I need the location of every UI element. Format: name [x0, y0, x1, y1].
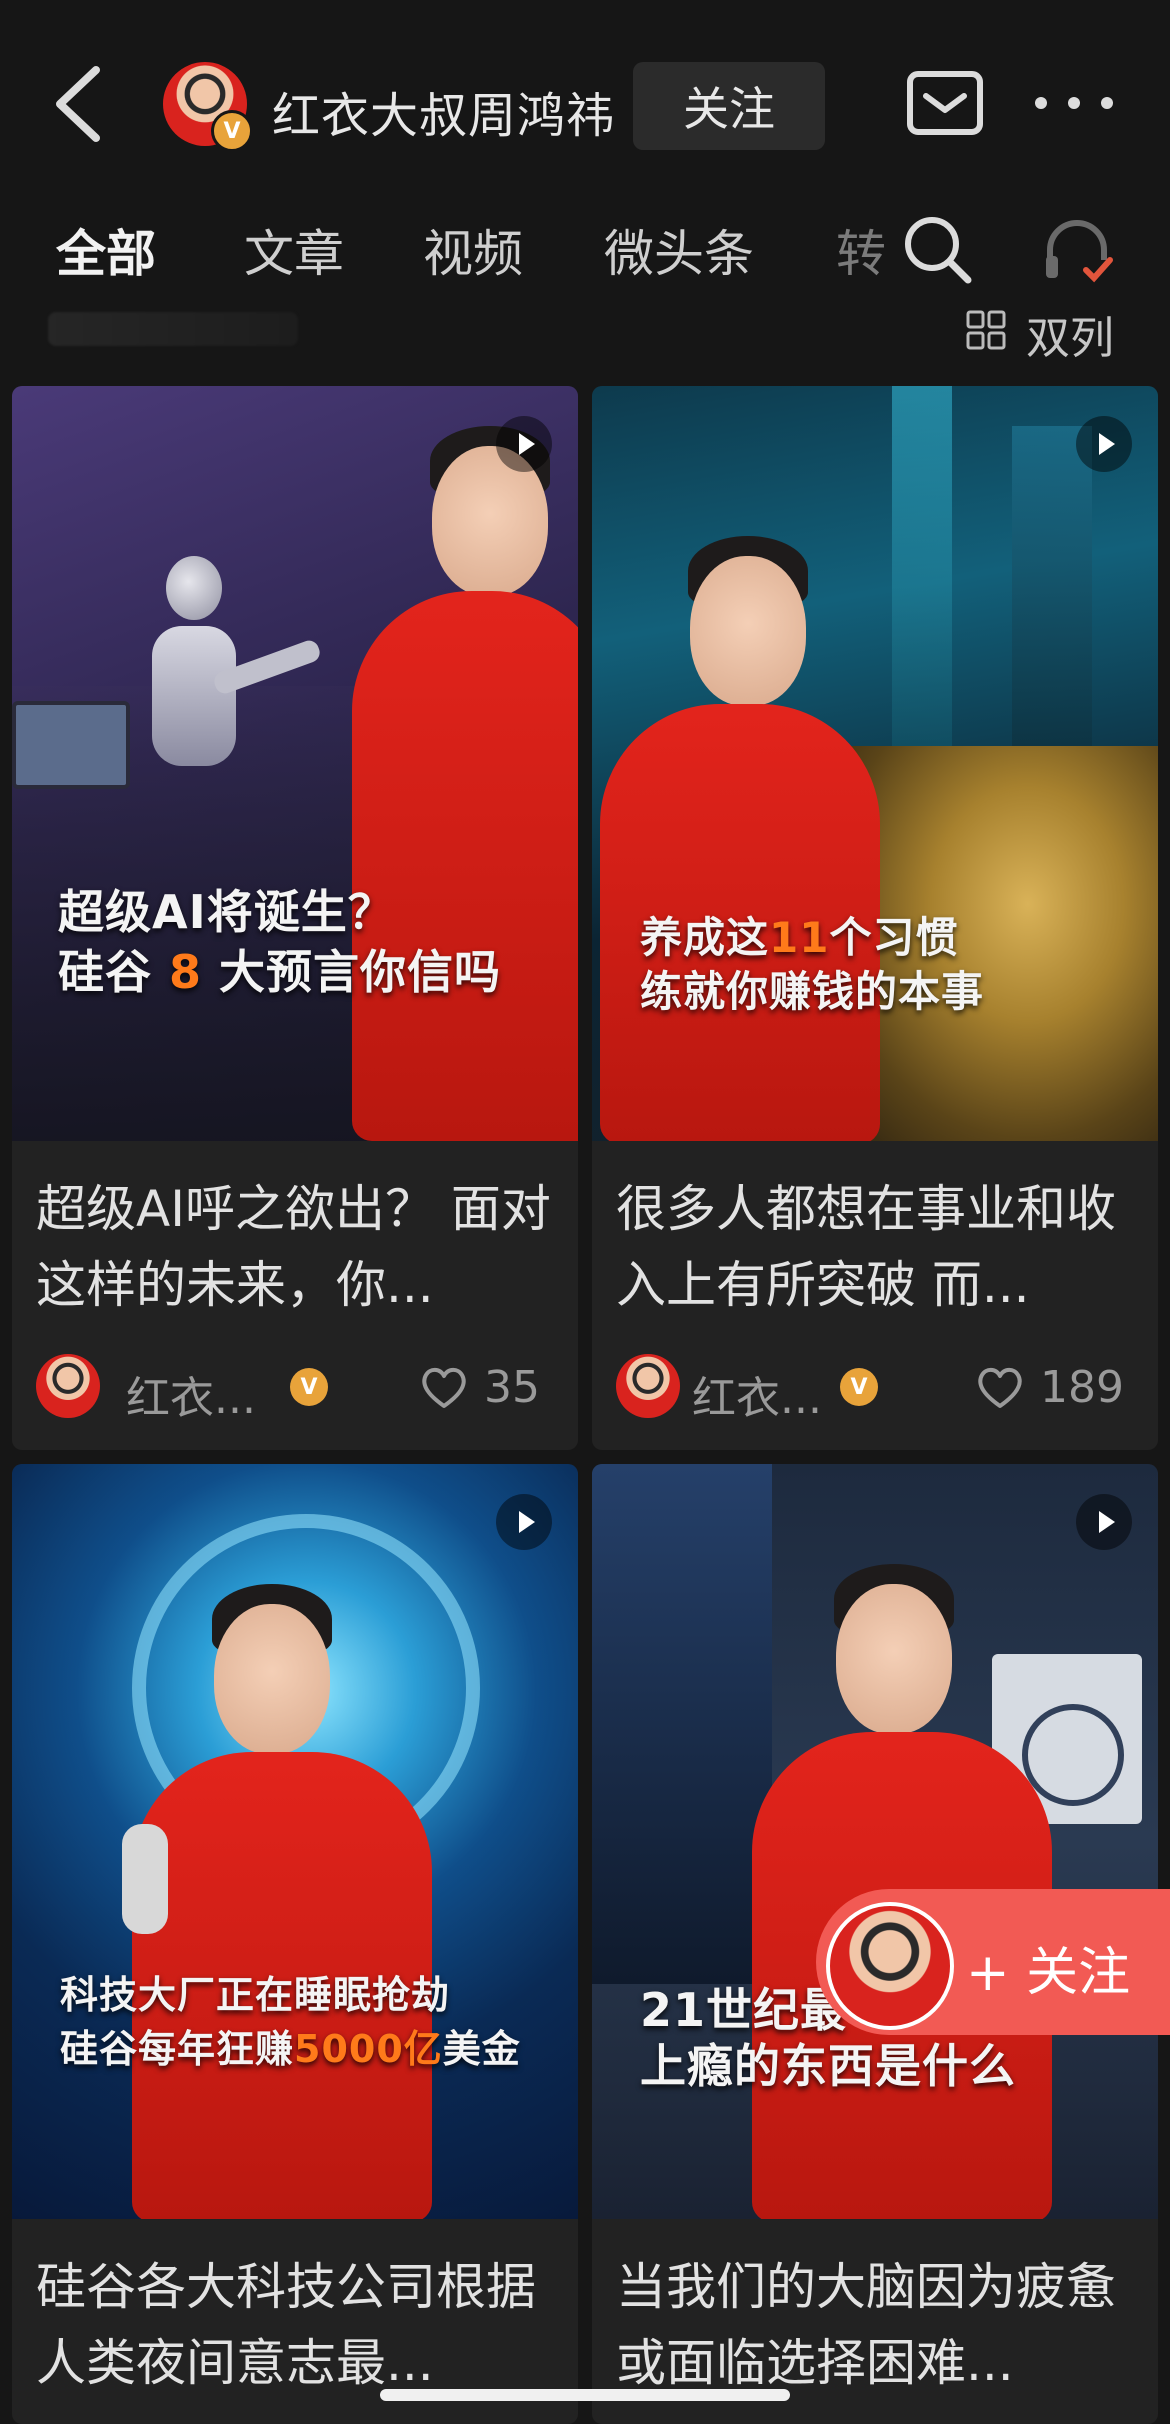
tab-all[interactable]: 全部	[56, 214, 156, 286]
thumbnail-caption-line1: 养成这11个习惯	[640, 913, 959, 962]
author-avatar[interactable]	[826, 1902, 954, 2030]
presenter-figure	[592, 536, 892, 1141]
thumbnail-caption-line1: 科技大厂正在睡眠抢劫	[60, 1973, 451, 2017]
thumbnail-caption-line2: 上瘾的东西是什么	[640, 2039, 1016, 2093]
tab-reposts[interactable]: 转	[836, 214, 886, 286]
video-card[interactable]: 养成这11个习惯 练就你赚钱的本事 很多人都想在事业和收入上有所突破 而... …	[592, 386, 1158, 1450]
video-card[interactable]: 超级AI将诞生？ 硅谷 8 大预言你信吗 超级AI呼之欲出？ 面对这样的未来，你…	[12, 386, 578, 1450]
skyscraper-illustration	[892, 386, 952, 806]
video-title[interactable]: 当我们的大脑因为疲惫或面临选择困难...	[616, 2249, 1136, 2401]
verified-badge-icon: V	[211, 110, 253, 152]
author-name: 红衣...	[126, 1373, 256, 1424]
video-thumbnail[interactable]: 养成这11个习惯 练就你赚钱的本事	[592, 386, 1158, 1141]
thumbnail-caption-line2: 硅谷每年狂赚5000亿美金	[60, 2027, 521, 2071]
floating-follow-label[interactable]: + 关注	[966, 1930, 1130, 2005]
play-icon	[1076, 416, 1132, 472]
video-title[interactable]: 硅谷各大科技公司根据人类夜间意志最...	[36, 2249, 556, 2401]
play-icon	[496, 416, 552, 472]
sort-label-obscured	[48, 312, 298, 346]
tab-videos[interactable]: 视频	[423, 214, 523, 286]
like-icon[interactable]	[976, 1366, 1024, 1410]
video-thumbnail[interactable]: 21世纪最 上瘾的东西是什么	[592, 1464, 1158, 2219]
author-name[interactable]: 红衣大叔周鸿祎	[272, 76, 615, 146]
presenter-figure	[92, 1584, 452, 2219]
home-indicator[interactable]	[380, 2389, 790, 2401]
tab-micro-posts[interactable]: 微头条	[604, 214, 754, 286]
like-icon[interactable]	[420, 1366, 468, 1410]
monitor-illustration	[12, 701, 130, 789]
tab-articles[interactable]: 文章	[244, 214, 344, 286]
tab-bar: 全部 文章 视频 微头条 转	[0, 200, 1170, 300]
play-icon	[496, 1494, 552, 1550]
video-title[interactable]: 很多人都想在事业和收入上有所突破 而...	[616, 1171, 1136, 1323]
headphones-icon[interactable]	[1040, 212, 1114, 286]
thumbnail-caption-line2: 硅谷 8 大预言你信吗	[58, 945, 502, 999]
thumbnail-caption-line2: 练就你赚钱的本事	[640, 967, 985, 1016]
layout-toggle-label[interactable]: 双列	[1026, 302, 1114, 366]
video-card[interactable]: 科技大厂正在睡眠抢劫 硅谷每年狂赚5000亿美金 硅谷各大科技公司根据人类夜间意…	[12, 1464, 578, 2424]
verified-badge-icon: V	[290, 1368, 328, 1406]
search-icon[interactable]	[900, 212, 974, 286]
verified-badge-icon: V	[840, 1368, 878, 1406]
back-arrow-icon[interactable]	[50, 64, 106, 144]
follow-button[interactable]: 关注	[633, 62, 825, 150]
author-name: 红衣...	[692, 1373, 822, 1424]
video-thumbnail[interactable]: 科技大厂正在睡眠抢劫 硅谷每年狂赚5000亿美金	[12, 1464, 578, 2219]
video-thumbnail[interactable]: 超级AI将诞生？ 硅谷 8 大预言你信吗	[12, 386, 578, 1141]
thumbnail-caption-line1: 超级AI将诞生？	[58, 885, 395, 939]
robot-illustration	[132, 556, 323, 886]
presenter-figure	[312, 386, 578, 1141]
play-icon	[1076, 1494, 1132, 1550]
video-title[interactable]: 超级AI呼之欲出？ 面对这样的未来，你...	[36, 1171, 556, 1323]
author-avatar	[36, 1354, 100, 1418]
message-icon[interactable]	[906, 70, 984, 136]
microphone-illustration	[122, 1824, 168, 1934]
more-icon[interactable]	[1034, 96, 1114, 110]
author-avatar	[616, 1354, 680, 1418]
like-count: 189	[1040, 1362, 1124, 1413]
grid-layout-icon[interactable]	[966, 310, 1006, 350]
like-count: 35	[484, 1362, 540, 1413]
